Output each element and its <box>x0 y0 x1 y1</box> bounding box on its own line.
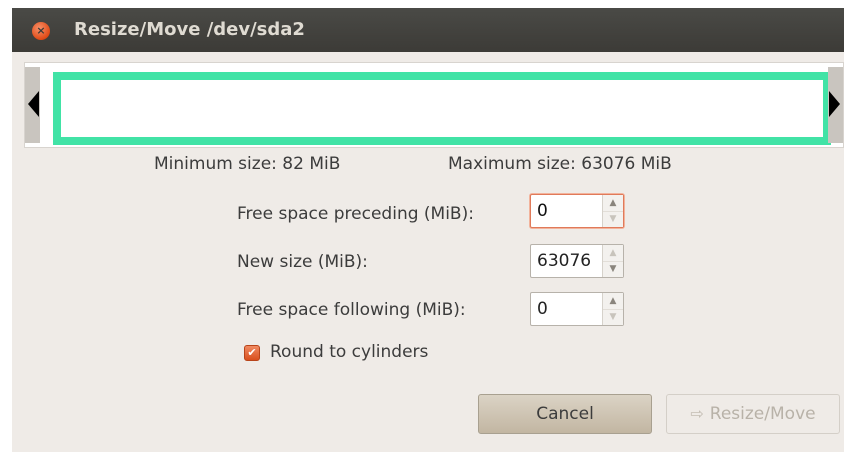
new-size-label: New size (MiB): <box>237 252 368 272</box>
round-to-cylinders-checkbox[interactable]: ✔ <box>244 345 260 361</box>
spin-up-icon[interactable]: ▲ <box>603 195 623 212</box>
arrow-right-icon <box>829 91 840 117</box>
close-icon[interactable]: × <box>32 22 50 40</box>
partition-visualizer <box>24 62 844 148</box>
cancel-button[interactable]: Cancel <box>478 394 652 434</box>
cancel-button-label: Cancel <box>536 404 594 424</box>
free-space-following-label: Free space following (MiB): <box>237 300 466 320</box>
new-size-spinbox[interactable]: ▲ ▼ <box>530 244 624 278</box>
resize-move-button-label: Resize/Move <box>709 404 816 424</box>
right-resize-handle[interactable] <box>828 67 843 143</box>
left-resize-handle[interactable] <box>25 67 40 143</box>
title-bar: × Resize/Move /dev/sda2 <box>12 8 844 52</box>
window-title: Resize/Move /dev/sda2 <box>74 19 305 40</box>
minimum-size-label: Minimum size: 82 MiB <box>154 154 341 174</box>
spin-up-icon[interactable]: ▲ <box>603 293 623 310</box>
spin-buttons: ▲ ▼ <box>602 195 623 227</box>
maximum-size-label: Maximum size: 63076 MiB <box>448 154 672 174</box>
spin-down-icon[interactable]: ▼ <box>603 261 623 277</box>
spin-down-icon[interactable]: ▼ <box>603 211 623 227</box>
spin-down-icon[interactable]: ▼ <box>603 309 623 325</box>
arrow-left-icon <box>28 91 39 117</box>
resize-move-dialog: × Resize/Move /dev/sda2 Minimum size: 82… <box>12 8 844 452</box>
spin-up-icon[interactable]: ▲ <box>603 245 623 262</box>
new-size-input[interactable] <box>533 247 605 275</box>
free-space-preceding-label: Free space preceding (MiB): <box>237 204 474 224</box>
resize-move-icon: ⇨ <box>690 404 704 423</box>
free-space-following-spinbox[interactable]: ▲ ▼ <box>530 292 624 326</box>
free-space-preceding-spinbox[interactable]: ▲ ▼ <box>530 194 624 228</box>
free-space-following-input[interactable] <box>533 295 605 323</box>
partition-bar[interactable] <box>53 72 831 145</box>
round-to-cylinders-label[interactable]: Round to cylinders <box>270 342 428 362</box>
spin-buttons: ▲ ▼ <box>602 293 623 325</box>
resize-move-button[interactable]: ⇨ Resize/Move <box>666 394 840 434</box>
free-space-preceding-input[interactable] <box>533 197 605 225</box>
spin-buttons: ▲ ▼ <box>602 245 623 277</box>
